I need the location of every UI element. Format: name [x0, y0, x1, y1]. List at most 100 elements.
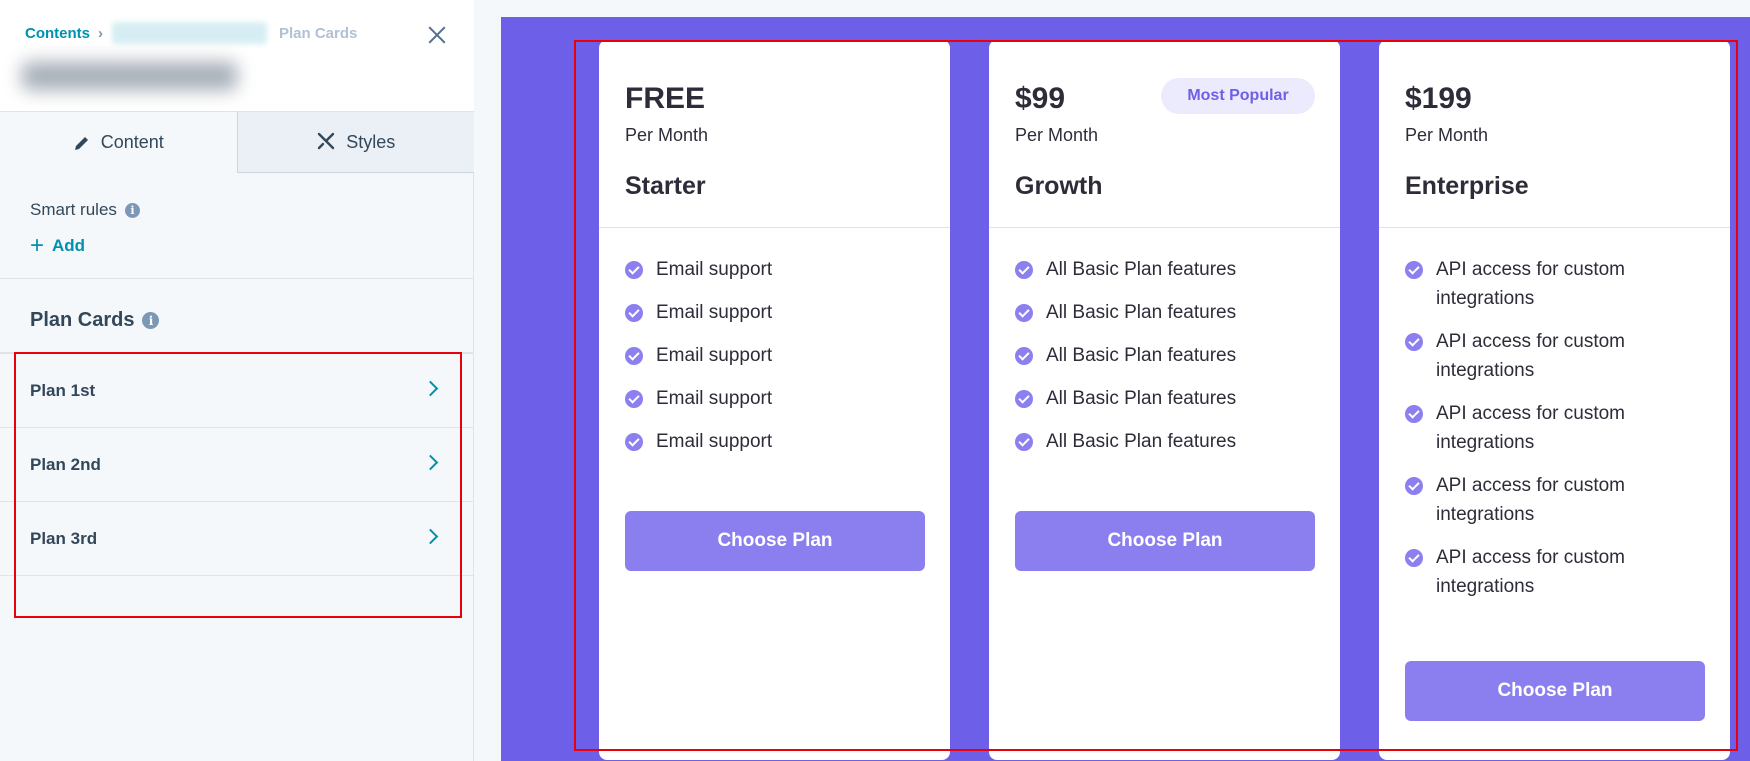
close-icon[interactable]: [424, 22, 450, 48]
plan-card-header: FREE Per Month Starter: [599, 40, 950, 228]
plan-item-3[interactable]: Plan 3rd: [0, 501, 474, 575]
check-circle-icon: [1405, 549, 1423, 567]
feature-list: API access for custom integrations API a…: [1405, 255, 1705, 601]
pencil-icon: [74, 136, 88, 150]
check-circle-icon: [1015, 390, 1033, 408]
feature-text: API access for custom integrations: [1436, 259, 1626, 309]
feature-item: Email support: [625, 384, 925, 413]
feature-item: Email support: [625, 427, 925, 456]
breadcrumb-redacted-item[interactable]: [112, 22, 267, 44]
feature-item: Email support: [625, 341, 925, 370]
plan-cards-title: Plan Cards: [30, 309, 135, 331]
breadcrumb-contents-link[interactable]: Contents: [25, 25, 90, 42]
feature-text: Email support: [656, 345, 773, 366]
chevron-right-icon: [422, 380, 439, 397]
feature-item: All Basic Plan features: [1015, 384, 1315, 413]
feature-text: API access for custom integrations: [1436, 403, 1626, 453]
brush-icon: [318, 132, 335, 150]
choose-plan-button[interactable]: Choose Plan: [1015, 511, 1315, 571]
tab-styles[interactable]: Styles: [236, 112, 474, 173]
plan-card-starter[interactable]: FREE Per Month Starter Email support Ema…: [599, 40, 950, 760]
plan-card-enterprise[interactable]: $199 Per Month Enterprise API access for…: [1379, 40, 1730, 760]
breadcrumb-chevron-icon: ›: [98, 24, 103, 42]
check-circle-icon: [625, 390, 643, 408]
plan-name: Growth: [1015, 172, 1103, 200]
most-popular-badge: Most Popular: [1161, 78, 1315, 114]
check-circle-icon: [1015, 347, 1033, 365]
tab-styles-label: Styles: [346, 131, 396, 152]
choose-plan-button[interactable]: Choose Plan: [625, 511, 925, 571]
plan-period: Per Month: [625, 125, 709, 145]
feature-text: Email support: [656, 259, 773, 280]
chevron-right-icon: [422, 528, 439, 545]
feature-item: API access for custom integrations: [1405, 399, 1705, 457]
plan-item-1[interactable]: Plan 1st: [0, 353, 474, 427]
check-circle-icon: [1015, 261, 1033, 279]
feature-text: All Basic Plan features: [1046, 431, 1237, 452]
check-circle-icon: [1015, 433, 1033, 451]
add-label: Add: [52, 236, 86, 255]
plan-price: FREE: [625, 82, 706, 115]
check-circle-icon: [1015, 304, 1033, 322]
chevron-right-icon: [422, 454, 439, 471]
plan-cards-heading: Plan Cards i: [30, 309, 160, 332]
feature-text: API access for custom integrations: [1436, 547, 1626, 597]
divider: [0, 575, 474, 576]
feature-text: API access for custom integrations: [1436, 475, 1626, 525]
feature-text: All Basic Plan features: [1046, 345, 1237, 366]
plan-name: Starter: [625, 172, 706, 200]
tab-content-label: Content: [100, 132, 164, 152]
feature-item: All Basic Plan features: [1015, 255, 1315, 284]
plan-card-header: $199 Per Month Enterprise: [1379, 40, 1730, 228]
tab-content[interactable]: Content: [0, 112, 237, 173]
editor-sidebar: Contents › Plan Cards Content Styles Sma…: [0, 0, 474, 761]
feature-item: All Basic Plan features: [1015, 427, 1315, 456]
check-circle-icon: [1405, 405, 1423, 423]
feature-text: API access for custom integrations: [1436, 331, 1626, 381]
feature-item: Email support: [625, 255, 925, 284]
feature-text: All Basic Plan features: [1046, 388, 1237, 409]
check-circle-icon: [1405, 477, 1423, 495]
check-circle-icon: [625, 261, 643, 279]
plan-item-2[interactable]: Plan 2nd: [0, 427, 474, 501]
breadcrumb-current: Plan Cards: [279, 24, 358, 42]
feature-item: Email support: [625, 298, 925, 327]
plan-period: Per Month: [1405, 125, 1489, 145]
plan-item-label: Plan 3rd: [30, 528, 98, 548]
choose-plan-button[interactable]: Choose Plan: [1405, 661, 1705, 721]
check-circle-icon: [625, 304, 643, 322]
plan-item-label: Plan 1st: [30, 380, 96, 400]
info-icon[interactable]: i: [142, 312, 160, 329]
feature-item: All Basic Plan features: [1015, 298, 1315, 327]
check-circle-icon: [1405, 261, 1423, 279]
feature-list: All Basic Plan features All Basic Plan f…: [1015, 255, 1315, 456]
plan-item-label: Plan 2nd: [30, 454, 101, 474]
plan-price: $199: [1405, 82, 1472, 115]
panel-header: Contents › Plan Cards: [0, 0, 474, 112]
plus-icon: +: [30, 232, 45, 259]
check-circle-icon: [1405, 333, 1423, 351]
add-smart-rule-button[interactable]: + Add: [30, 234, 85, 258]
feature-text: Email support: [656, 388, 773, 409]
plan-card-header: $99 Most Popular Per Month Growth: [989, 40, 1340, 228]
smart-rules-text: Smart rules: [30, 200, 117, 219]
panel-tabs: Content Styles: [0, 112, 474, 173]
feature-item: API access for custom integrations: [1405, 471, 1705, 529]
page-title-redacted: [22, 62, 237, 90]
plan-card-growth[interactable]: $99 Most Popular Per Month Growth All Ba…: [989, 40, 1340, 760]
info-icon[interactable]: i: [124, 202, 140, 218]
feature-item: API access for custom integrations: [1405, 327, 1705, 385]
divider: [0, 278, 474, 279]
check-circle-icon: [625, 347, 643, 365]
plan-period: Per Month: [1015, 125, 1099, 145]
feature-text: Email support: [656, 431, 773, 452]
feature-text: Email support: [656, 302, 773, 323]
feature-item: All Basic Plan features: [1015, 341, 1315, 370]
breadcrumb: Contents › Plan Cards: [25, 22, 357, 44]
feature-text: All Basic Plan features: [1046, 302, 1237, 323]
plan-price: $99: [1015, 82, 1066, 115]
feature-item: API access for custom integrations: [1405, 255, 1705, 313]
plan-name: Enterprise: [1405, 172, 1529, 200]
check-circle-icon: [625, 433, 643, 451]
smart-rules-label: Smart rules i: [30, 200, 140, 220]
